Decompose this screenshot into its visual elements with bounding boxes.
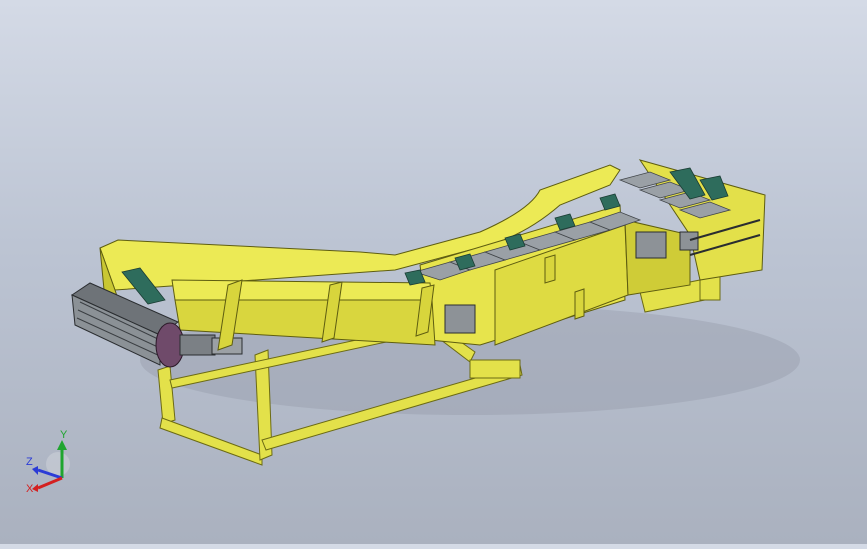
conveyor-model[interactable] — [0, 0, 867, 544]
y-axis-label: Y — [60, 429, 68, 441]
x-axis-arrow — [37, 476, 63, 490]
graphics-viewport[interactable] — [0, 0, 867, 544]
x-axis-label: X — [26, 483, 34, 495]
z-axis-label: Z — [26, 456, 33, 468]
coordinate-triad: Y Z X — [22, 426, 72, 496]
gear-motor[interactable] — [179, 334, 216, 356]
